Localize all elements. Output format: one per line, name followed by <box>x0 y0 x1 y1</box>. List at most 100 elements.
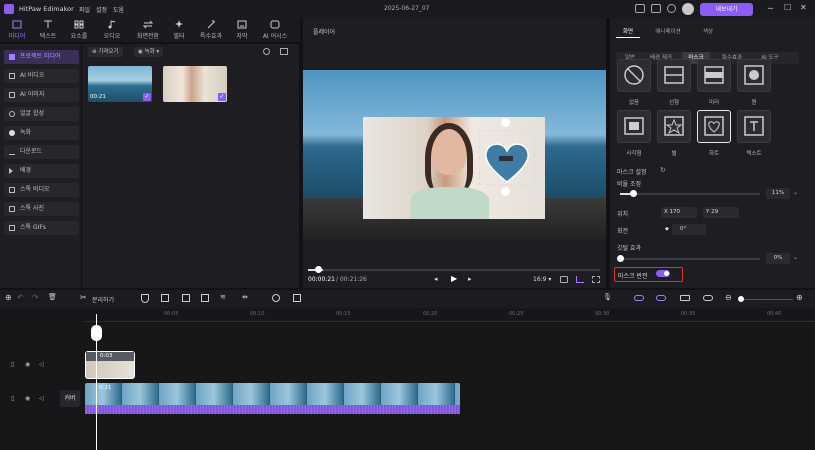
nav-background[interactable]: 배경 <box>4 164 79 178</box>
settings-icon[interactable] <box>667 4 676 13</box>
reset-icon[interactable]: ↻ <box>660 166 666 174</box>
menu-help[interactable]: 도움 <box>113 5 124 14</box>
export-button[interactable]: 내보내기 <box>700 3 753 16</box>
add-track-icon[interactable]: ⊕ <box>5 293 12 302</box>
text-tool-icon[interactable] <box>161 294 169 302</box>
record-button[interactable]: ◉ 녹화 ▾ <box>134 47 164 57</box>
nav-record[interactable]: 녹화 <box>4 126 79 140</box>
message-icon[interactable] <box>651 4 661 13</box>
mask-circle-button[interactable] <box>737 59 771 92</box>
pos-x-field[interactable]: X 170 <box>661 207 697 218</box>
zoom-slider-knob[interactable] <box>738 296 744 302</box>
scale-value-box[interactable]: 11% <box>766 188 790 199</box>
grid-view-icon[interactable] <box>280 48 288 55</box>
rotation-field[interactable]: 0° <box>672 224 706 235</box>
zoom-in-icon[interactable]: ⊕ <box>796 293 803 302</box>
menu-file[interactable]: 파일 <box>79 5 90 14</box>
crop-icon[interactable] <box>576 276 584 283</box>
split-label[interactable]: 분리하기 <box>92 295 114 304</box>
mask-mirror-button[interactable] <box>697 59 731 92</box>
overlay-clip[interactable]: 0:03 <box>85 351 135 379</box>
lock-icon[interactable]: ▯ <box>11 361 14 368</box>
clip-link-icon[interactable] <box>680 295 690 301</box>
tab-animation[interactable]: 애니메이션 <box>650 26 686 38</box>
invert-mask-toggle[interactable] <box>656 270 670 277</box>
tool-effects[interactable]: 특수효과 <box>196 20 226 42</box>
split-icon[interactable]: ✂ <box>80 293 87 302</box>
mask-rotate-handle-icon[interactable] <box>501 187 510 196</box>
tool-subtitles[interactable]: 자막 <box>227 20 257 42</box>
menu-settings[interactable]: 설정 <box>96 5 107 14</box>
feather-value-box[interactable]: 0% <box>766 253 790 264</box>
mute-icon[interactable]: ◁ <box>39 395 44 402</box>
feather-slider-knob[interactable] <box>617 255 624 262</box>
nav-stock-video[interactable]: 스톡 비디오 <box>4 183 79 197</box>
nav-ai-video[interactable]: AI 비디오 <box>4 69 79 83</box>
scale-stepper-icon[interactable]: ⌄ <box>793 189 798 196</box>
nav-download[interactable]: 다운로드 <box>4 145 79 159</box>
tool-audio[interactable]: 오디오 <box>97 20 127 42</box>
mic-icon[interactable]: 🎙 <box>603 293 612 301</box>
undo-icon[interactable]: ↶ <box>17 293 24 302</box>
search-icon[interactable] <box>263 48 270 55</box>
mute-icon[interactable]: ◁ <box>39 361 44 368</box>
main-video-clip[interactable]: 0:21 <box>85 383 460 406</box>
scale-slider-track[interactable] <box>620 193 760 195</box>
zoom-out-icon[interactable]: ⊖ <box>725 293 732 302</box>
progress-track[interactable] <box>308 269 600 271</box>
import-button[interactable]: ⊕ 가져오기 <box>88 47 123 57</box>
cover-button[interactable]: 커버 <box>60 390 80 407</box>
zoom-slider-track[interactable] <box>738 299 793 300</box>
nav-ai-image[interactable]: AI 이미지 <box>4 88 79 102</box>
mask-move-handle-icon[interactable] <box>501 118 510 127</box>
tool-ai-assistant[interactable]: AI 어시스 <box>260 20 290 42</box>
progress-knob[interactable] <box>315 266 322 273</box>
tab-color[interactable]: 색상 <box>696 26 720 38</box>
delete-icon[interactable]: 🗑 <box>48 293 57 301</box>
mask-rectangle-button[interactable] <box>617 110 651 143</box>
tool-text[interactable]: 텍스트 <box>33 20 63 42</box>
link-icon[interactable] <box>634 295 644 301</box>
redo-icon[interactable]: ↷ <box>32 293 39 302</box>
prev-frame-icon[interactable]: ◂ <box>434 275 438 283</box>
playhead-handle[interactable] <box>91 325 102 341</box>
tab-screen[interactable]: 화면 <box>616 26 640 38</box>
play-button-icon[interactable]: ▶ <box>451 274 457 283</box>
aspect-ratio-select[interactable]: 16:9 ▾ <box>533 276 551 283</box>
media-clip-1[interactable]: 00:21 ✓ <box>88 66 152 102</box>
visibility-icon[interactable]: ◉ <box>25 361 30 368</box>
nav-stock-gifs[interactable]: 스톡 GIFs <box>4 221 79 235</box>
pos-y-field[interactable]: Y 29 <box>703 207 739 218</box>
mask-heart-button[interactable] <box>697 110 731 143</box>
fullscreen-icon[interactable] <box>592 276 600 283</box>
mask-bounding-box[interactable] <box>479 130 534 185</box>
face-tool-icon[interactable] <box>272 294 280 302</box>
mirror-icon[interactable]: ⇹ <box>242 293 248 301</box>
feather-stepper-icon[interactable]: ⌄ <box>793 254 798 261</box>
time-ruler[interactable] <box>84 308 815 322</box>
shield-icon[interactable] <box>141 294 149 303</box>
audio-wave-icon[interactable]: ≋ <box>220 293 226 301</box>
visibility-icon[interactable]: ◉ <box>25 395 30 402</box>
minimize-icon[interactable]: ─ <box>768 4 773 13</box>
nav-face-swap[interactable]: 얼굴 합성 <box>4 107 79 121</box>
mask-none-button[interactable] <box>617 59 651 92</box>
video-canvas[interactable] <box>303 70 606 240</box>
maximize-icon[interactable]: ☐ <box>784 3 791 12</box>
tool-media[interactable]: 미디어 <box>2 20 32 42</box>
lock-icon[interactable]: ▯ <box>11 395 14 402</box>
tool-transitions[interactable]: 화면전환 <box>133 20 163 42</box>
nav-stock-photo[interactable]: 스톡 사진 <box>4 202 79 216</box>
next-frame-icon[interactable]: ▸ <box>468 275 472 283</box>
tool-filters[interactable]: 필터 <box>164 20 194 42</box>
crop-tool-icon[interactable] <box>182 294 190 302</box>
fit-icon[interactable] <box>703 295 713 301</box>
nav-project-media[interactable]: 프로젝트 미디어 <box>4 50 79 64</box>
feather-slider-track[interactable] <box>620 258 760 260</box>
avatar[interactable] <box>682 3 694 15</box>
close-icon[interactable]: ✕ <box>800 3 807 12</box>
snapshot-icon[interactable] <box>560 276 568 283</box>
tool-elements[interactable]: 요소를 <box>64 20 94 42</box>
media-clip-2[interactable]: ✓ <box>163 66 227 102</box>
rotation-dial-icon[interactable]: ◆ <box>665 226 669 232</box>
